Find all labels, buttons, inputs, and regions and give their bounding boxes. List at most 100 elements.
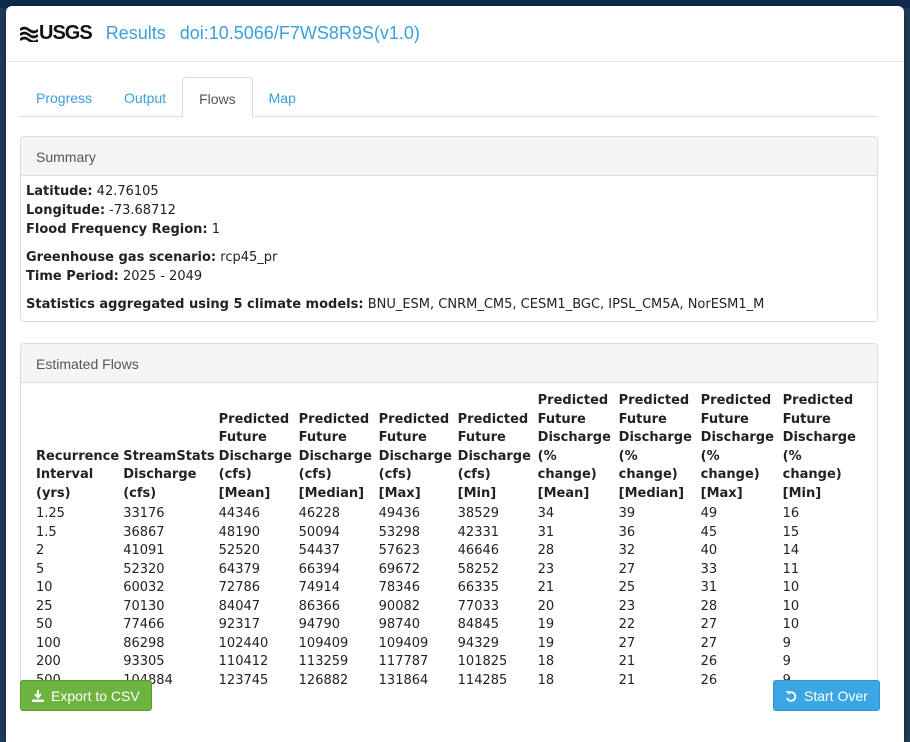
flows-table: Recurrence Interval (yrs) StreamStats Disch… [36,392,860,690]
table-cell: 53298 [378,524,421,540]
table-cell: 10 [782,580,800,595]
column-header: Predicted Future Discharge (cfs) [Max] [378,411,452,501]
table-cell: 40 [700,543,718,558]
usgs-logo: USGS [20,22,93,45]
export-csv-button[interactable]: Export to CSV [20,680,152,711]
table-cell: 26 [700,654,718,669]
table-cell: 27 [618,635,636,651]
table-cell: 27 [700,617,718,632]
table-cell: 36867 [123,524,165,540]
table-cell: 101825 [457,654,508,669]
scenario-row: Greenhouse gas scenario: rcp45_pr [26,248,872,267]
table-cell: 23 [537,561,555,577]
table-cell: 21 [618,672,636,688]
table-cell: 113259 [298,654,349,669]
table-cell: 92317 [218,617,261,632]
models-value: BNU_ESM, CNRM_CM5, CESM1_BGC, IPSL_CM5A,… [367,297,765,312]
table-cell: 32 [618,543,636,558]
table-cell: 19 [537,617,555,632]
period-value: 2025 - 2049 [123,269,203,284]
table-cell: 54437 [298,543,341,558]
table-cell: 109409 [378,635,429,651]
longitude-value: -73.68712 [109,203,176,218]
scenario-label: Greenhouse gas scenario: [26,250,217,265]
table-cell: 15 [782,524,800,540]
table-cell: 110412 [218,654,269,669]
summary-heading: Summary [21,137,877,176]
longitude-row: Longitude: -73.68712 [26,201,872,220]
table-cell: 22 [618,617,636,632]
table-cell: 31 [537,524,555,540]
table-cell: 48190 [218,524,261,540]
table-cell: 126882 [298,672,349,688]
table-cell: 90082 [378,598,421,614]
table-cell: 84845 [457,617,500,632]
table-cell: 84047 [218,598,261,614]
page-title: Results doi:10.5066/F7WS8R9S(v1.0) [106,23,420,44]
table-cell: 77033 [457,598,500,614]
column-header: Predicted Future Discharge (% change) [Max] [700,393,774,501]
undo-icon [785,690,797,702]
table-cell: 23 [618,598,636,614]
table-cell: 20 [537,598,555,614]
table-cell: 42331 [457,524,500,540]
table-cell: 49436 [378,506,421,521]
table-row: 5001048841237451268821318641142851821269 [36,672,860,691]
longitude-label: Longitude: [26,203,106,218]
table-cell: 64379 [218,561,261,577]
summary-panel: Summary Latitude: 42.76105 Longitude: -7… [20,136,878,322]
table-row: 50 77466 92317 94790 98740 84845 19 22 27 10 [36,616,860,635]
table-cell: 28 [537,543,555,558]
tab-bar: Progress Output Flows Map [20,77,878,118]
column-header: Recurrence Interval (yrs) [36,448,120,501]
table-cell: 49 [700,506,718,521]
tab-progress[interactable]: Progress [20,77,108,117]
table-row: 2 41091 52520 54437 57623 46646 28 32 40 14 [36,542,860,561]
table-cell: 66335 [457,580,500,595]
column-header: Predicted Future Discharge (% change) [Mean] [537,393,611,501]
table-cell: 1.25 [36,506,65,521]
models-label: Statistics aggregated using 5 climate mo… [26,297,364,312]
table-cell: 74914 [298,580,341,595]
tab-output[interactable]: Output [108,77,182,117]
table-cell: 102440 [218,635,269,651]
column-header: Predicted Future Discharge (cfs) [Median] [298,411,372,501]
usgs-wave-icon [20,26,38,42]
table-cell: 27 [618,561,636,577]
table-cell: 33176 [123,506,165,521]
table-cell: 19 [537,635,555,651]
download-icon [32,689,44,702]
table-cell: 46228 [298,506,341,521]
table-cell: 9 [782,635,791,651]
table-cell: 18 [537,654,555,669]
table-cell: 52320 [123,561,165,577]
table-cell: 21 [618,654,636,669]
table-cell: 9 [782,654,791,669]
table-cell: 69672 [378,561,421,577]
modal-header: USGS Results doi:10.5066/F7WS8R9S(v1.0) [6,6,904,62]
table-cell: 78346 [378,580,421,595]
table-cell: 16 [782,506,800,521]
scenario-value: rcp45_pr [220,250,278,265]
latitude-row: Latitude: 42.76105 [26,182,872,201]
table-row: 200 93305 110412 113259 117787 101825 18 21 26 9 [36,653,860,672]
table-cell: 28 [700,598,718,614]
column-header: StreamStats Discharge (cfs) [123,448,215,501]
table-cell: 77466 [123,617,165,632]
table-cell: 117787 [378,654,429,669]
title-doi: doi:10.5066/F7WS8R9S(v1.0) [179,23,420,43]
table-cell: 2 [36,543,45,558]
tab-map[interactable]: Map [253,77,312,117]
column-header: Predicted Future Discharge (% change) [Min] [782,393,856,501]
models-row: Statistics aggregated using 5 climate mo… [26,295,872,314]
table-cell: 25 [36,598,53,614]
table-cell: 93305 [123,654,165,669]
start-over-label: Start Over [804,687,868,704]
tab-flows[interactable]: Flows [182,77,253,118]
column-header: Predicted Future Discharge (cfs) [Mean] [218,411,292,501]
estimated-flows-heading: Estimated Flows [21,344,877,383]
period-row: Time Period: 2025 - 2049 [26,267,872,286]
table-cell: 10 [782,598,800,614]
start-over-button[interactable]: Start Over [773,680,880,711]
table-cell: 11 [782,561,800,577]
